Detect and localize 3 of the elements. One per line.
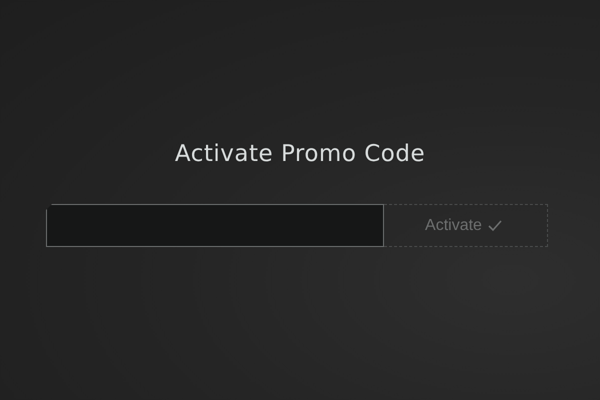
checkmark-icon [488,220,502,232]
promo-code-field[interactable] [46,204,384,247]
dialog-title: Activate Promo Code [174,140,426,169]
